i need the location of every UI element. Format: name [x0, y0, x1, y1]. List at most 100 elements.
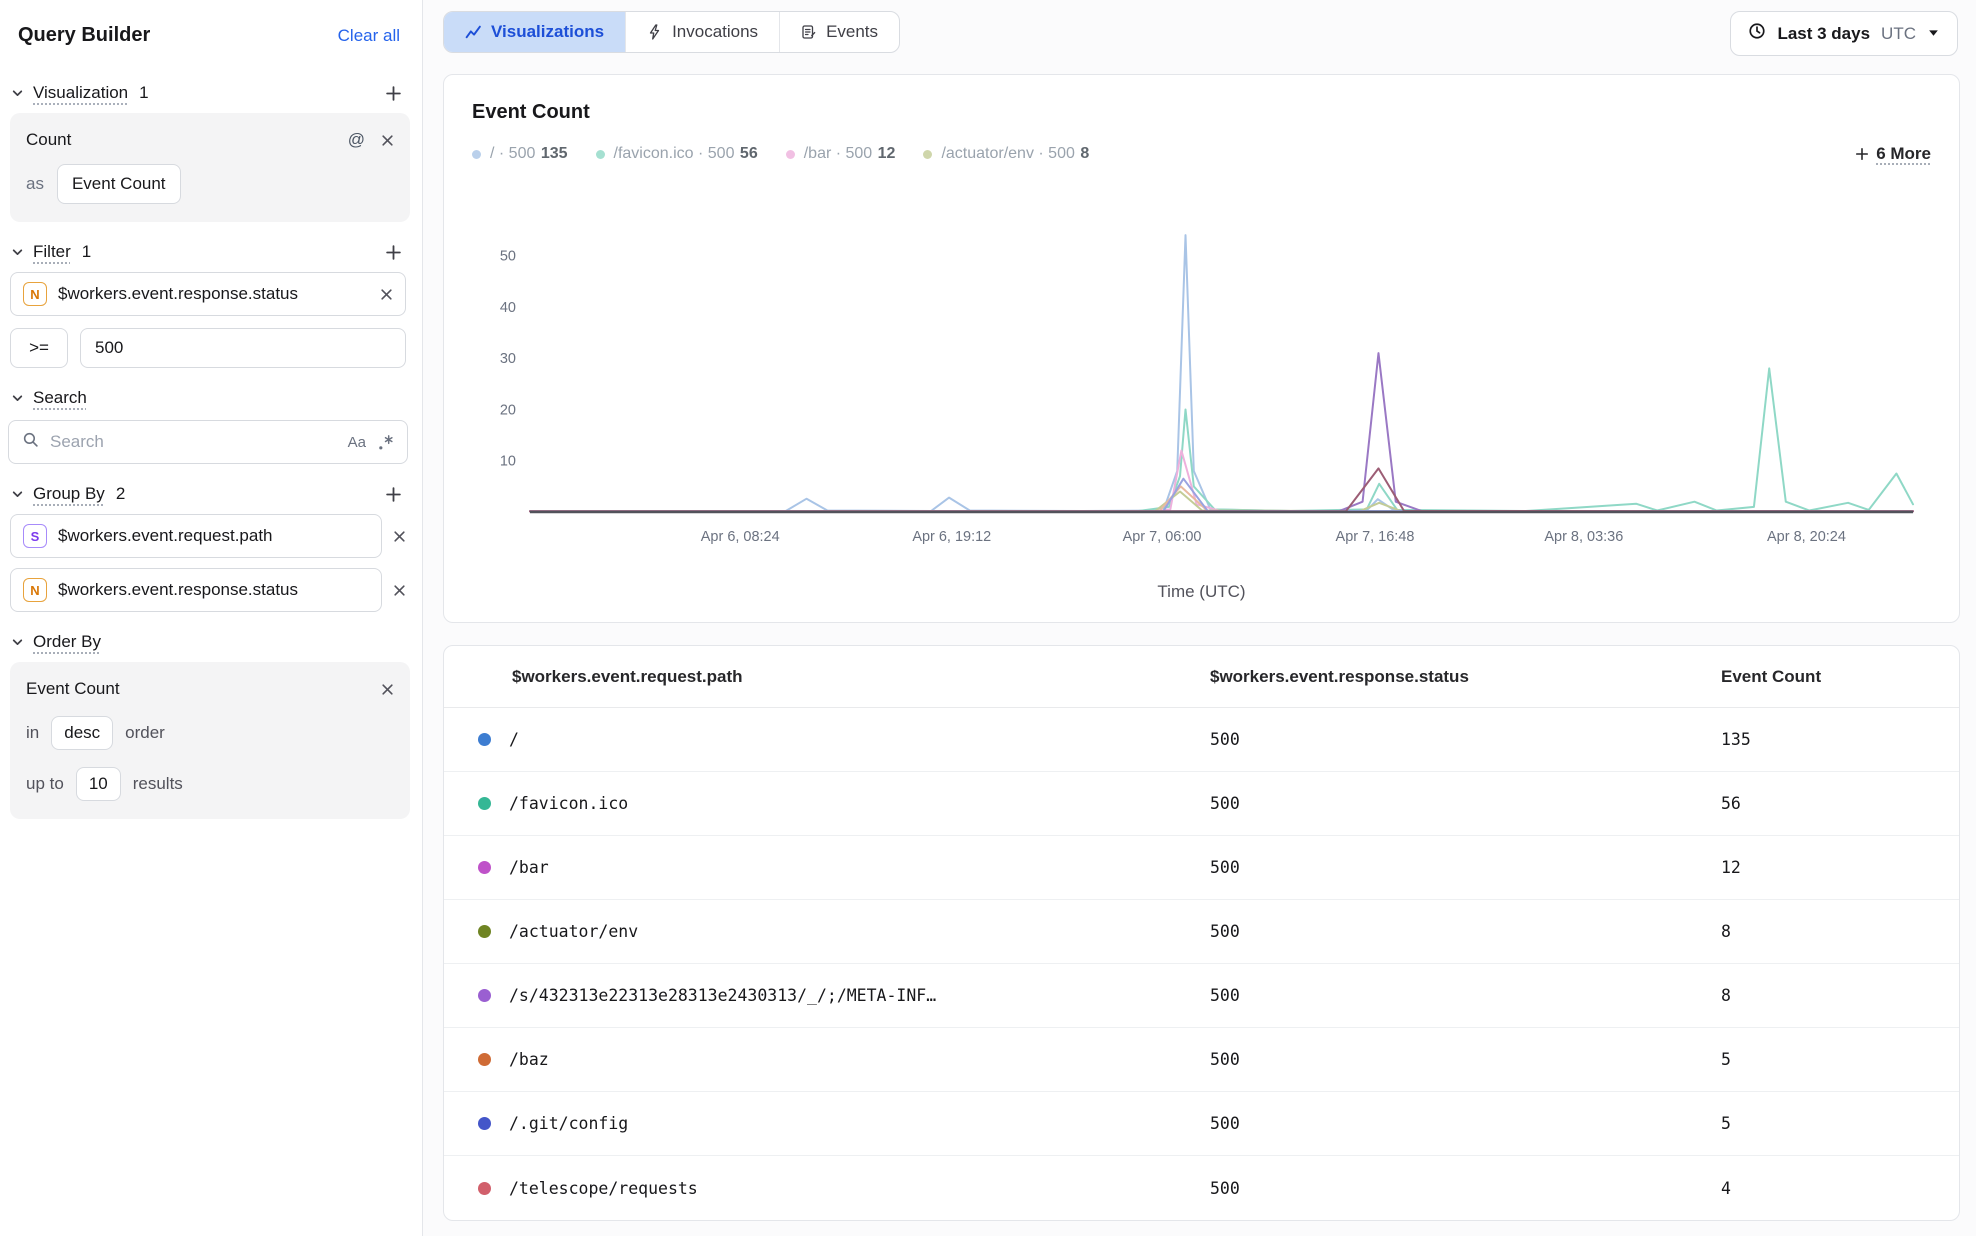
order-by-field[interactable]: Event Count	[26, 679, 120, 699]
remove-order-by-button[interactable]	[381, 683, 394, 696]
chart-line-icon	[465, 24, 482, 41]
filter-operator-select[interactable]: >=	[10, 328, 68, 368]
order-label: order	[125, 723, 165, 743]
table-row[interactable]: /s/432313e22313e28313e2430313/_/;/META-I…	[444, 964, 1959, 1028]
legend-color-dot	[786, 150, 795, 159]
section-label-visualization[interactable]: Visualization	[33, 83, 128, 103]
remove-filter-button[interactable]	[380, 288, 393, 301]
add-group-by-button[interactable]	[385, 486, 402, 503]
topbar: Visualizations Invocations Events Last 3 d…	[423, 0, 1976, 56]
table-row[interactable]: /telescope/requests5004	[444, 1156, 1959, 1220]
series-color-dot	[478, 1053, 491, 1066]
legend-color-dot	[923, 150, 932, 159]
add-filter-button[interactable]	[385, 244, 402, 261]
status-cell: 500	[1210, 730, 1721, 749]
chart-x-axis-label: Time (UTC)	[472, 582, 1931, 608]
match-case-icon[interactable]: Aa	[348, 434, 366, 451]
group-by-field-row: N$workers.event.response.status	[10, 568, 406, 612]
remove-group-by-button[interactable]	[393, 530, 406, 543]
group-by-list: S$workers.event.request.pathN$workers.ev…	[0, 514, 422, 612]
section-label-search[interactable]: Search	[33, 388, 87, 408]
metric-name[interactable]: Count	[26, 130, 71, 150]
table-row[interactable]: /baz5005	[444, 1028, 1959, 1092]
in-label: in	[26, 723, 39, 743]
count-cell: 5	[1721, 1050, 1959, 1069]
header-request-path: $workers.event.request.path	[444, 667, 1210, 687]
chevron-down-icon[interactable]	[10, 392, 24, 405]
table-row[interactable]: /.git/config5005	[444, 1092, 1959, 1156]
filter-field-select[interactable]: N $workers.event.response.status	[10, 272, 406, 316]
series-color-dot	[478, 989, 491, 1002]
series-color-dot	[478, 1117, 491, 1130]
path-cell: /s/432313e22313e28313e2430313/_/;/META-I…	[444, 986, 1210, 1005]
search-box[interactable]: Aa	[8, 420, 408, 464]
chevron-down-icon[interactable]	[10, 636, 24, 649]
svg-text:40: 40	[500, 300, 516, 316]
limit-input[interactable]: 10	[76, 767, 121, 801]
group-by-field-select[interactable]: S$workers.event.request.path	[10, 514, 382, 558]
header-response-status: $workers.event.response.status	[1210, 667, 1721, 687]
legend-item[interactable]: /actuator/env · 500 8	[923, 145, 1089, 163]
tab-group: Visualizations Invocations Events	[443, 11, 900, 53]
status-cell: 500	[1210, 858, 1721, 877]
filter-value-input[interactable]: 500	[80, 328, 406, 368]
sort-direction-select[interactable]: desc	[51, 716, 113, 750]
remove-visualization-button[interactable]	[381, 134, 394, 147]
alias-input[interactable]: Event Count	[57, 164, 181, 204]
table-row[interactable]: /500135	[444, 708, 1959, 772]
visualization-card: Count @ as Event Count	[10, 113, 410, 222]
tab-label: Events	[826, 22, 878, 42]
table-row[interactable]: /actuator/env5008	[444, 900, 1959, 964]
tab-events[interactable]: Events	[780, 12, 899, 52]
timezone-label: UTC	[1881, 24, 1916, 44]
section-label-group-by[interactable]: Group By	[33, 484, 105, 504]
up-to-label: up to	[26, 774, 64, 794]
svg-text:30: 30	[500, 351, 516, 367]
legend-item[interactable]: /favicon.ico · 500 56	[596, 145, 758, 163]
results-table-body: /500135/favicon.ico50056/bar50012/actuat…	[444, 708, 1959, 1220]
count-cell: 5	[1721, 1114, 1959, 1133]
group-by-field-name: $workers.event.request.path	[58, 526, 273, 546]
tab-visualizations[interactable]: Visualizations	[444, 12, 626, 52]
filter-field-name: $workers.event.response.status	[58, 284, 298, 304]
chevron-down-icon[interactable]	[10, 246, 24, 259]
section-label-order-by[interactable]: Order By	[33, 632, 101, 652]
path-value: /s/432313e22313e28313e2430313/_/;/META-I…	[509, 986, 936, 1005]
at-icon[interactable]: @	[348, 130, 365, 150]
search-input[interactable]	[50, 432, 337, 452]
event-count-line-chart[interactable]: 1020304050Apr 6, 08:24Apr 6, 19:12Apr 7,…	[472, 172, 1931, 582]
path-value: /actuator/env	[509, 922, 638, 941]
tab-label: Visualizations	[491, 22, 604, 42]
chevron-down-icon[interactable]	[10, 488, 24, 501]
clear-all-button[interactable]: Clear all	[338, 26, 400, 46]
sidebar-header: Query Builder Clear all	[0, 0, 422, 63]
results-table-header: $workers.event.request.path $workers.eve…	[444, 646, 1959, 708]
status-cell: 500	[1210, 1114, 1721, 1133]
legend-more-button[interactable]: 6 More	[1855, 144, 1931, 164]
svg-text:20: 20	[500, 402, 516, 418]
count-cell: 56	[1721, 794, 1959, 813]
time-range-picker[interactable]: Last 3 days UTC	[1730, 11, 1958, 56]
legend-item[interactable]: / · 500 135	[472, 145, 568, 163]
legend-item[interactable]: /bar · 500 12	[786, 145, 896, 163]
status-cell: 500	[1210, 1050, 1721, 1069]
group-by-field-select[interactable]: N$workers.event.response.status	[10, 568, 382, 612]
order-by-card: Event Count in desc order up to 10 resul…	[10, 662, 410, 819]
remove-group-by-button[interactable]	[393, 584, 406, 597]
results-label: results	[133, 774, 183, 794]
header-event-count: Event Count	[1721, 667, 1959, 687]
add-visualization-button[interactable]	[385, 85, 402, 102]
path-cell: /.git/config	[444, 1114, 1210, 1133]
path-cell: /bar	[444, 858, 1210, 877]
search-section-header: Search	[10, 388, 402, 408]
table-row[interactable]: /bar50012	[444, 836, 1959, 900]
path-value: /telescope/requests	[509, 1179, 698, 1198]
tab-invocations[interactable]: Invocations	[626, 12, 780, 52]
table-row[interactable]: /favicon.ico50056	[444, 772, 1959, 836]
chevron-down-icon[interactable]	[10, 87, 24, 100]
as-label: as	[26, 174, 44, 194]
section-label-filter[interactable]: Filter	[33, 242, 71, 262]
plus-icon	[1855, 147, 1869, 161]
field-type-badge: N	[23, 578, 47, 602]
regex-icon[interactable]	[377, 434, 394, 451]
